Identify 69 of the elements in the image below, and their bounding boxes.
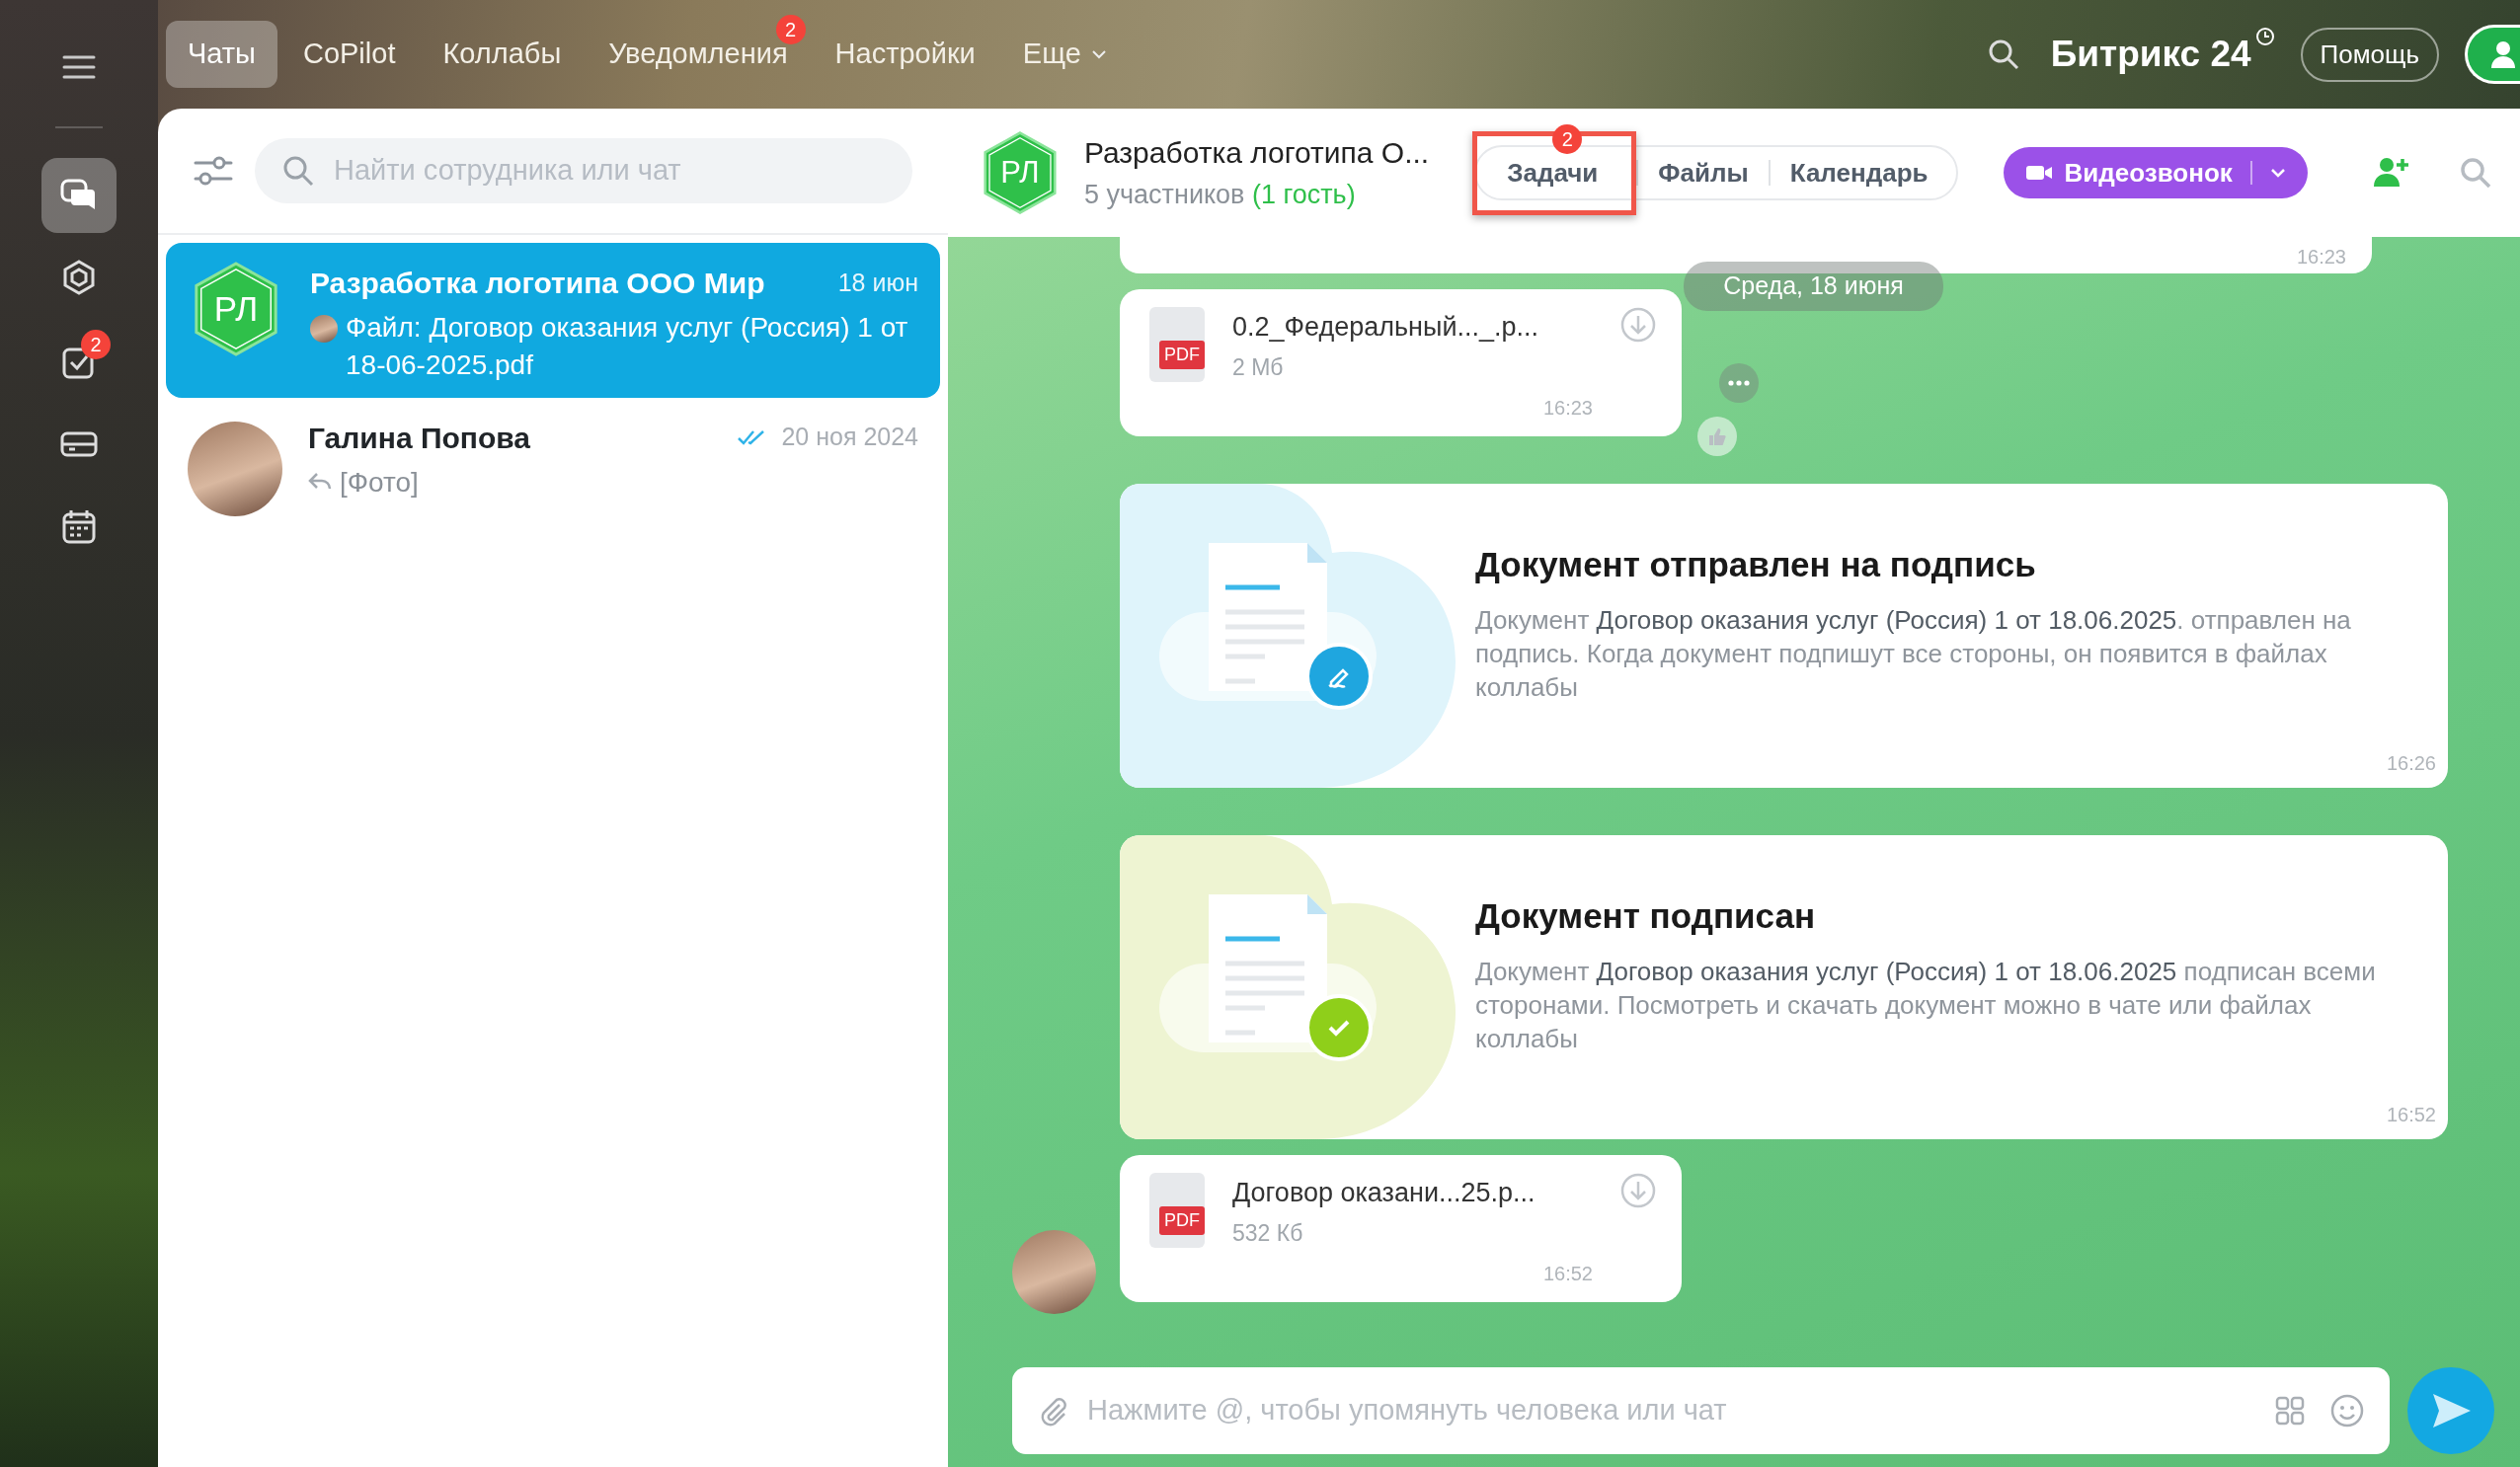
count-badge: 2 (1552, 123, 1583, 154)
person-icon (2490, 39, 2516, 69)
search-icon (282, 155, 314, 187)
user-avatar[interactable] (2465, 25, 2520, 84)
download-button[interactable] (1620, 306, 1656, 343)
more-dots-icon (1728, 379, 1750, 386)
file-name: 0.2_Федеральный..._.р... (1232, 310, 1540, 344)
brand-name: Битрикс 24 (2050, 33, 2251, 77)
more-button[interactable] (1719, 362, 1759, 403)
header-tab[interactable]: Задачи (1487, 153, 1618, 193)
file-message[interactable]: PDF 0.2_Федеральный..._.р... 2 Мб 16:23 (1120, 288, 1682, 436)
filter-button[interactable] (194, 155, 233, 187)
download-button[interactable] (1620, 1172, 1656, 1208)
chat-title: Разработка логотипа ООО Мир (310, 266, 765, 301)
header-tab[interactable]: Файлы (1638, 153, 1769, 193)
nav-tab[interactable]: Чаты (166, 21, 277, 88)
message-time: 16:52 (1542, 1261, 1593, 1286)
header-tab[interactable]: Календарь (1770, 153, 1948, 193)
chat-time: 18 июн (837, 267, 918, 298)
message-time: 16:23 (1542, 395, 1593, 421)
date-label: Среда, 18 июня (1684, 262, 1943, 311)
count-badge: 2 (775, 15, 806, 45)
nav-tab[interactable]: CoPilot (280, 21, 418, 88)
menu-icon (62, 54, 96, 80)
search-icon (1987, 39, 2019, 70)
message-box[interactable]: Нажмите @, чтобы упомянуть человека или чат (1012, 1367, 2390, 1454)
thumbs-up-icon (1707, 425, 1727, 446)
file-message[interactable]: PDF Договор оказани...25.р... 532 Кб 16:52 (1120, 1154, 1682, 1302)
file-size: 532 Кб (1232, 1219, 1304, 1248)
message-preview: [Фото] (340, 465, 419, 500)
message-time: 16:23 (2296, 245, 2346, 270)
message-preview: Файл: Договор оказания услуг (Россия) 1 от 18-06-2025.pdf (346, 311, 909, 382)
search-box[interactable]: Найти сотрудника или чат (255, 138, 912, 203)
file-name: Договор оказани...25.р... (1232, 1176, 1536, 1209)
download-icon (1620, 1172, 1656, 1208)
message-time: 16:52 (2386, 1102, 2436, 1127)
file-type-label: PDF (1159, 1205, 1205, 1235)
search-field[interactable]: Найти сотрудника или чат (332, 148, 885, 193)
nav-tab[interactable]: Еще (1000, 21, 1129, 88)
avatar-initials: РЛ (1000, 153, 1040, 192)
chat-time: 20 ноя 2024 (781, 422, 918, 453)
smiley-icon (2330, 1394, 2364, 1428)
nav-tab[interactable]: Настройки (813, 21, 997, 88)
sidebar-item[interactable]: 2 (41, 324, 117, 399)
card-title: Документ отправлен на подпись (1475, 543, 2037, 585)
chat-list-item[interactable]: Галина Попова 20 ноя 2024 [Фото] (166, 397, 940, 530)
help-button[interactable]: Помощь (2300, 27, 2439, 82)
chat-title: Разработка логотипа О... (1084, 135, 1430, 172)
card-title: Документ подписан (1475, 894, 1817, 937)
file-type-label: PDF (1159, 340, 1205, 369)
message-input-field[interactable]: Нажмите @, чтобы упомянуть человека или чат (1085, 1388, 2259, 1433)
camera-icon (2024, 163, 2053, 183)
file-size: 2 Мб (1232, 353, 1285, 382)
avatar-initials: РЛ (213, 287, 259, 330)
download-icon (1620, 306, 1656, 343)
chat-title: Галина Попова (308, 420, 530, 456)
video-call-button[interactable]: Видеозвонок (2003, 147, 2308, 198)
grid-icon (2275, 1396, 2305, 1426)
message-time: 16:26 (2386, 750, 2436, 776)
sidebar-item[interactable] (41, 158, 117, 233)
avatar-photo (310, 315, 338, 343)
count-badge: 2 (81, 330, 111, 359)
card-text: Документ Договор оказания услуг (Россия) 1 от 18.06.2025. отправлен на подпись. Когда документ подпишут все стороны, он появится в файлах коллабы (1475, 604, 2352, 704)
nav-tab[interactable]: Коллабы (421, 21, 584, 88)
sliders-icon (194, 155, 233, 187)
clock-icon (2254, 27, 2275, 47)
card-text: Документ Договор оказания услуг (Россия) 1 от 18.06.2025 подписан всеми сторонами. Посмотреть и скачать документ можно в чате или файлах коллабы (1475, 956, 2377, 1055)
chevron-down-icon (2269, 168, 2286, 178)
chat-members: 5 участников (1 гость) (1084, 179, 1357, 212)
